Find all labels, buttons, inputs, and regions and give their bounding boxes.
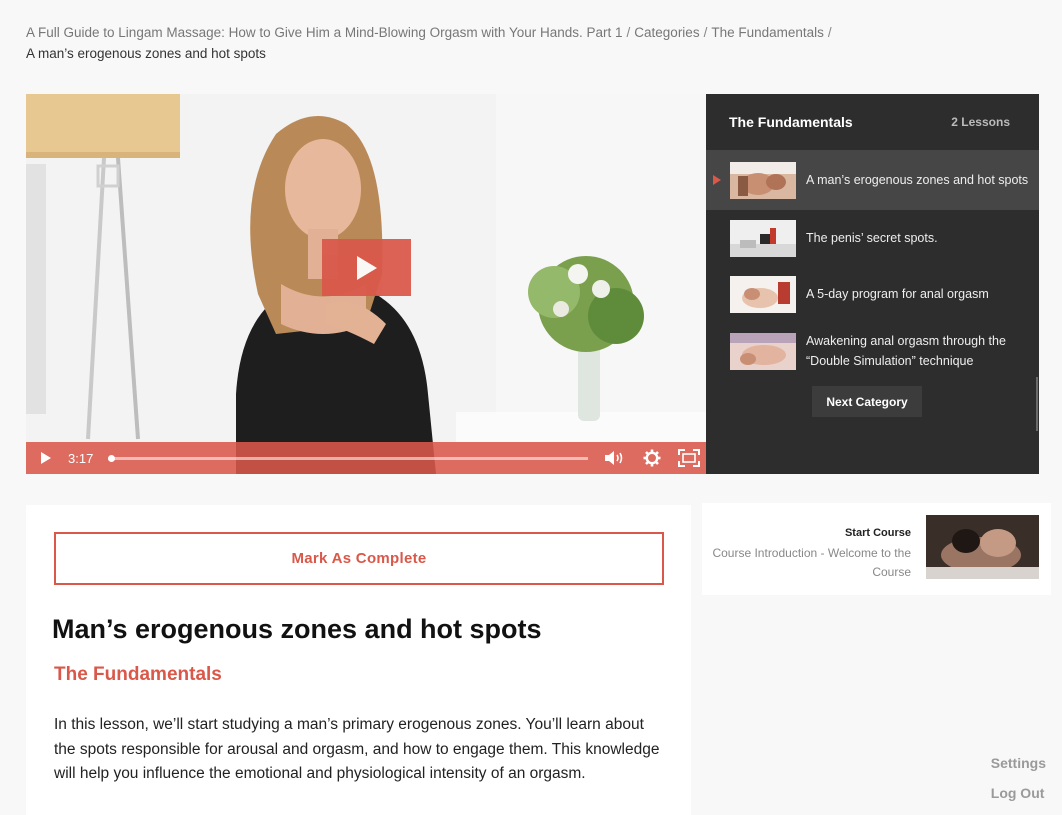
fullscreen-icon [678,449,700,467]
play-button[interactable] [28,442,64,474]
lesson-thumbnail [730,332,796,370]
settings-link[interactable]: Settings [991,748,1046,778]
course-thumbnail [926,515,1039,579]
progress-knob[interactable] [108,454,115,462]
start-course-label: Start Course [844,527,911,539]
breadcrumb-separator: / [827,25,832,40]
playlist-item[interactable]: The penis’ secret spots. [706,210,1039,266]
playlist-item[interactable]: A 5-day program for anal orgasm [706,266,1039,322]
breadcrumb-course-link[interactable]: A Full Guide to Lingam Massage: How to G… [26,25,623,40]
breadcrumb-category-link[interactable]: The Fundamentals [711,25,824,40]
next-category-button[interactable]: Next Category [812,386,922,417]
playlist-item[interactable]: A man’s erogenous zones and hot spots [706,150,1039,210]
breadcrumb-categories-link[interactable]: Categories [634,25,699,40]
lesson-playlist: The Fundamentals 2 Lessons A man’s eroge… [706,94,1039,474]
playlist-title: The Fundamentals [729,114,853,130]
play-icon [356,255,377,280]
current-time: 3:17 [68,450,94,466]
breadcrumb-separator: / [703,25,708,40]
account-links: Settings Log Out [991,748,1046,808]
settings-button[interactable] [636,442,668,474]
progress-bar[interactable] [108,454,588,462]
lesson-title: Man’s erogenous zones and hot spots [52,614,542,644]
play-icon [41,452,51,464]
gear-icon [643,449,661,467]
volume-button[interactable] [596,442,632,474]
playlist-item[interactable]: Awakening anal orgasm through the “Doubl… [706,322,1039,380]
playlist-item-label: Awakening anal orgasm through the “Doubl… [806,334,1006,368]
start-course-card[interactable]: Start Course Course Introduction - Welco… [702,503,1051,595]
video-controls: 3:17 [26,442,706,474]
playlist-scrollbar[interactable] [1036,377,1038,431]
volume-icon [605,451,623,465]
mark-complete-button[interactable]: Mark As Complete [54,532,664,585]
fullscreen-button[interactable] [672,442,706,474]
playlist-lesson-count: 2 Lessons [951,115,1010,129]
logout-link[interactable]: Log Out [991,778,1046,808]
big-play-button[interactable] [322,239,411,296]
breadcrumb: A Full Guide to Lingam Massage: How to G… [26,22,926,64]
video-player[interactable]: 3:17 [26,94,706,474]
playlist-item-label: A 5-day program for anal orgasm [806,287,989,301]
lesson-category: The Fundamentals [54,664,222,685]
lesson-thumbnail [730,161,796,199]
lesson-thumbnail [730,219,796,257]
breadcrumb-current: A man’s erogenous zones and hot spots [26,46,266,61]
lesson-description: In this lesson, we’ll start studying a m… [54,716,660,782]
playlist-header: The Fundamentals 2 Lessons [706,94,1039,150]
start-course-subtitle: Course Introduction - Welcome to the Cou… [712,546,911,579]
current-arrow-icon [713,175,721,185]
lesson-card: Mark As Complete Man’s erogenous zones a… [26,505,691,815]
breadcrumb-separator: / [626,25,631,40]
lesson-thumbnail [730,275,796,313]
playlist-item-label: The penis’ secret spots. [806,231,938,245]
playlist-item-label: A man’s erogenous zones and hot spots [806,173,1029,187]
